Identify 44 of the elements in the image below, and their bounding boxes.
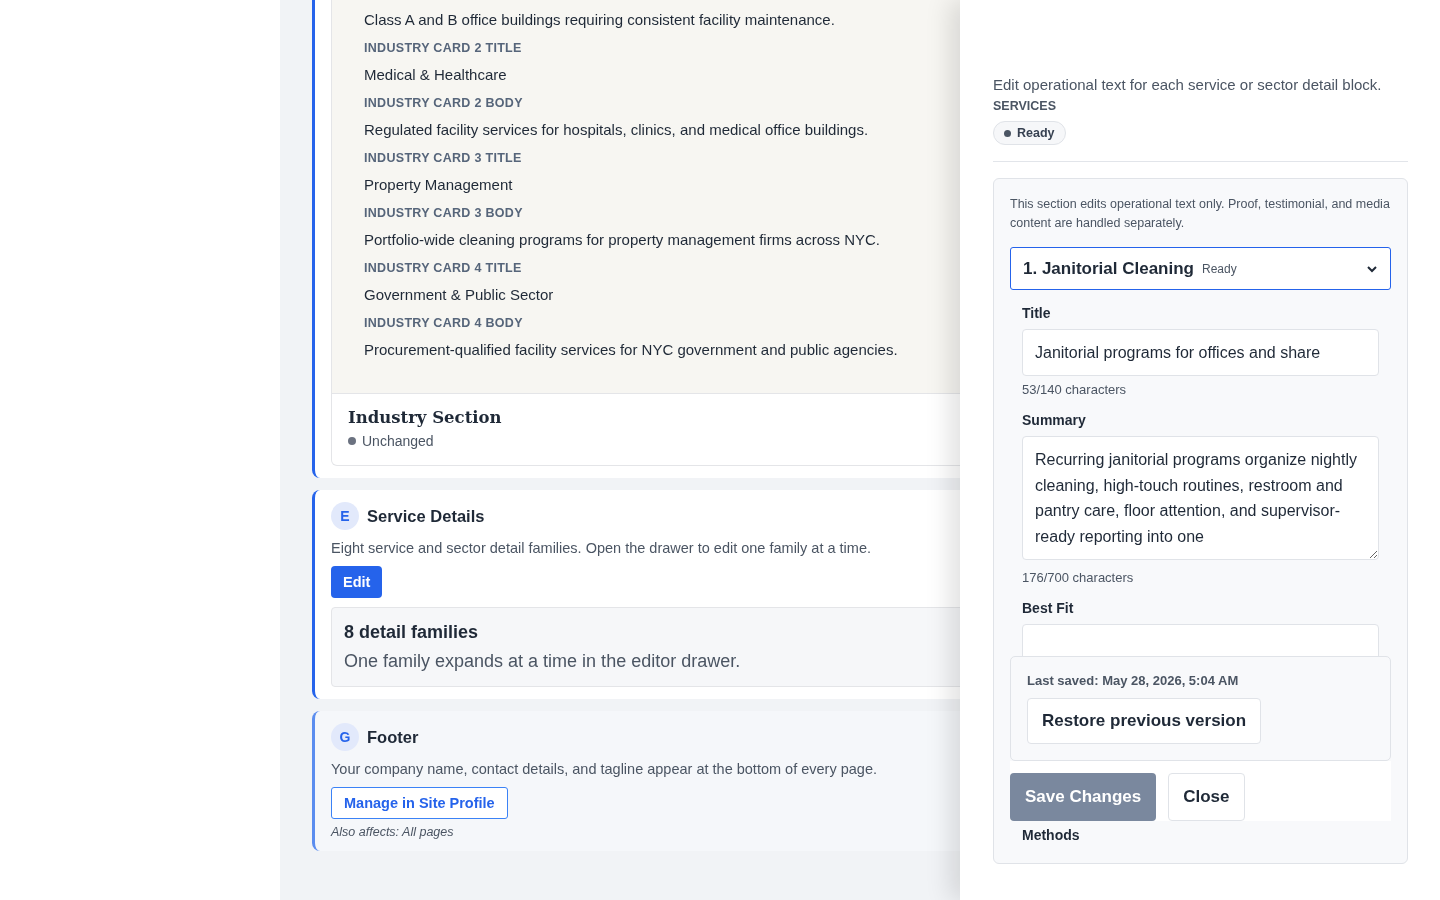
last-saved-text: Last saved: May 28, 2026, 5:04 AM (1027, 673, 1240, 688)
field-value: Portfolio-wide cleaning programs for property management firms across NYC. (364, 230, 882, 250)
manage-button[interactable]: Manage in Site Profile (331, 787, 508, 819)
field-label: Best Fit (1022, 600, 1075, 616)
field-label: Title (1022, 305, 1052, 321)
section-label: SERVICES (993, 99, 1057, 113)
status-dot-icon (348, 437, 356, 445)
section-letter-badge: G (331, 723, 359, 751)
summary-text: One family expands at a time in the editor drawer. (344, 651, 742, 672)
field-label: INDUSTRY CARD 2 TITLE (364, 41, 523, 55)
text-input[interactable]: Janitorial programs for offices and share (1022, 329, 1379, 376)
field-value: Procurement-qualified facility services for NYC government and public agencies. (364, 340, 899, 360)
field-label: INDUSTRY CARD 3 BODY (364, 206, 524, 220)
field-value: Class A and B office buildings requiring consistent facility maintenance. (364, 10, 836, 30)
section-description: Your company name, contact details, and tagline appear at the bottom of every page. (331, 761, 878, 777)
close-button[interactable]: Close (1168, 773, 1245, 821)
family-dropdown[interactable]: 1. Janitorial Cleaning Ready (1010, 247, 1391, 290)
drawer-description: Edit operational text for each service or sector detail block. (993, 75, 1383, 95)
textarea-field[interactable]: Recurring janitorial programs organize nightly cleaning, high-touch routines, restroom and pantry care, floor attention, and supervisor-ready reporting into one (1022, 436, 1379, 560)
status-text: Unchanged (362, 433, 434, 449)
field-value: Government & Public Sector (364, 285, 555, 305)
section-title: Service Details (367, 506, 485, 526)
restore-button[interactable]: Restore previous version (1027, 698, 1262, 744)
field-label: INDUSTRY CARD 4 TITLE (364, 261, 523, 275)
field-value: Regulated facility services for hospitals, clinics, and medical office buildings. (364, 120, 870, 140)
edit-button[interactable]: Edit (331, 566, 383, 598)
field-value: Property Management (364, 175, 514, 195)
section-letter-badge: E (331, 502, 359, 530)
field-label: INDUSTRY CARD 3 TITLE (364, 151, 523, 165)
field-label: Summary (1022, 412, 1087, 428)
chevron-down-icon (1366, 264, 1378, 273)
section-description: Eight service and sector detail families. Open the drawer to edit one family at a time. (331, 540, 872, 556)
character-counter: 53/140 characters (1022, 382, 1128, 397)
field-label: INDUSTRY CARD 4 BODY (364, 316, 524, 330)
info-note: This section edits operational text only. Proof, testimonial, and media content are handled separately. (1010, 196, 1391, 232)
section-title: Footer (367, 727, 419, 747)
field-value: Medical & Healthcare (364, 65, 508, 85)
affects-note: Also affects: All pages (331, 825, 455, 839)
status-pill: Ready (993, 121, 1066, 145)
field-label: INDUSTRY CARD 2 BODY (364, 96, 524, 110)
summary-title: 8 detail families (344, 622, 480, 643)
field-label: Methods (1022, 827, 1081, 843)
section-title: Industry Section (348, 408, 503, 427)
character-counter: 176/700 characters (1022, 570, 1135, 585)
